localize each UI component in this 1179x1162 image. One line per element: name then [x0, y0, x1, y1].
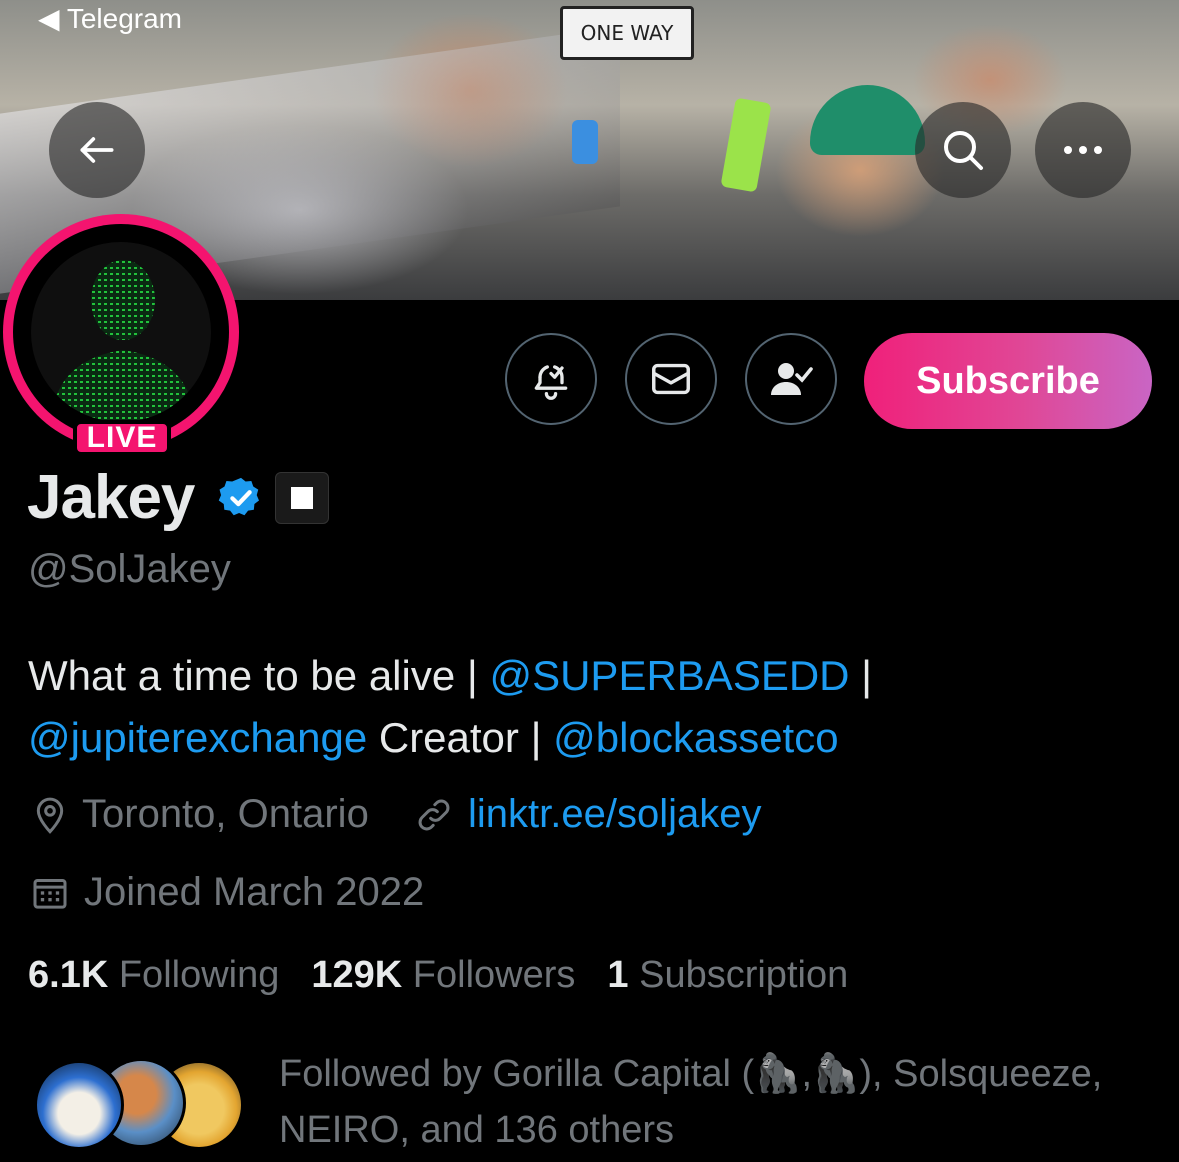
message-button[interactable]: [625, 333, 717, 425]
bell-check-icon: [534, 365, 568, 400]
joined-row: Joined March 2022: [30, 870, 424, 915]
square-icon: [291, 487, 313, 509]
profile-stats: 6.1K Following 129K Followers 1 Subscrip…: [28, 954, 880, 997]
joined-text: Joined March 2022: [84, 870, 425, 914]
avatar: [34, 1060, 124, 1150]
affiliate-badge[interactable]: [275, 472, 329, 524]
following-button[interactable]: [745, 333, 837, 425]
followers-label: Followers: [412, 954, 576, 996]
followed-by-avatars[interactable]: [34, 1058, 254, 1154]
followed-by-text[interactable]: Followed by Gorilla Capital (🦍,🦍), Solsq…: [279, 1046, 1169, 1158]
search-button[interactable]: [915, 102, 1011, 198]
envelope-icon: [652, 363, 690, 395]
back-button[interactable]: [49, 102, 145, 198]
bio-mention-jupiterexchange[interactable]: @jupiterexchange: [28, 714, 367, 761]
matrix-silhouette-icon: [51, 260, 195, 422]
following-label: Following: [118, 954, 280, 996]
banner-street-sign: ONE WAY: [560, 6, 694, 60]
following-stat[interactable]: 6.1K Following: [28, 954, 279, 997]
location-pin-icon: [36, 797, 64, 834]
subscription-stat[interactable]: 1 Subscription: [607, 954, 848, 997]
bio-mention-blockassetco[interactable]: @blockassetco: [553, 714, 838, 761]
bio-mention-superbasedd[interactable]: @SUPERBASEDD: [489, 652, 849, 699]
notifications-button[interactable]: [505, 333, 597, 425]
bio-text: Creator |: [367, 714, 554, 761]
avatar-live-ring[interactable]: [3, 214, 239, 450]
avatar: [31, 242, 211, 422]
person-check-icon: [771, 363, 813, 395]
following-count: 6.1K: [28, 954, 109, 996]
bio-text: What a time to be alive |: [28, 652, 490, 699]
followed-by-line2: NEIRO, and 136 others: [279, 1109, 674, 1151]
banner-bottle: [572, 120, 598, 164]
ellipsis-icon: [1064, 146, 1102, 154]
status-back-label: Telegram: [66, 3, 182, 34]
website-link[interactable]: linktr.ee/soljakey: [468, 792, 761, 837]
location-row: Toronto, Ontario: [30, 792, 369, 837]
followers-count: 129K: [311, 954, 403, 996]
followers-stat[interactable]: 129K Followers: [311, 954, 575, 997]
subscribe-button[interactable]: Subscribe: [864, 333, 1152, 429]
banner-cap: [810, 85, 925, 155]
calendar-icon: [33, 878, 67, 909]
banner-water-gun: [720, 97, 772, 193]
status-back-link[interactable]: ◀ Telegram: [38, 2, 182, 35]
subscription-count: 1: [607, 954, 629, 996]
subscription-label: Subscription: [639, 954, 849, 996]
followed-by-line1: Followed by Gorilla Capital (🦍,🦍), Solsq…: [279, 1053, 1103, 1095]
arrow-left-icon: [80, 137, 114, 163]
profile-name: Jakey: [27, 463, 195, 532]
verified-badge-icon[interactable]: [218, 475, 264, 521]
profile-handle: @SolJakey: [28, 547, 231, 591]
profile-bio: What a time to be alive | @SUPERBASEDD |…: [28, 645, 1148, 769]
bio-text: |: [849, 652, 873, 699]
search-icon: [944, 131, 983, 170]
more-options-button[interactable]: [1035, 102, 1131, 198]
location-text: Toronto, Ontario: [82, 792, 369, 836]
live-badge[interactable]: LIVE: [73, 420, 171, 456]
website-row[interactable]: linktr.ee/soljakey: [414, 792, 761, 837]
link-icon: [418, 799, 450, 830]
back-triangle-icon: ◀: [38, 3, 60, 34]
